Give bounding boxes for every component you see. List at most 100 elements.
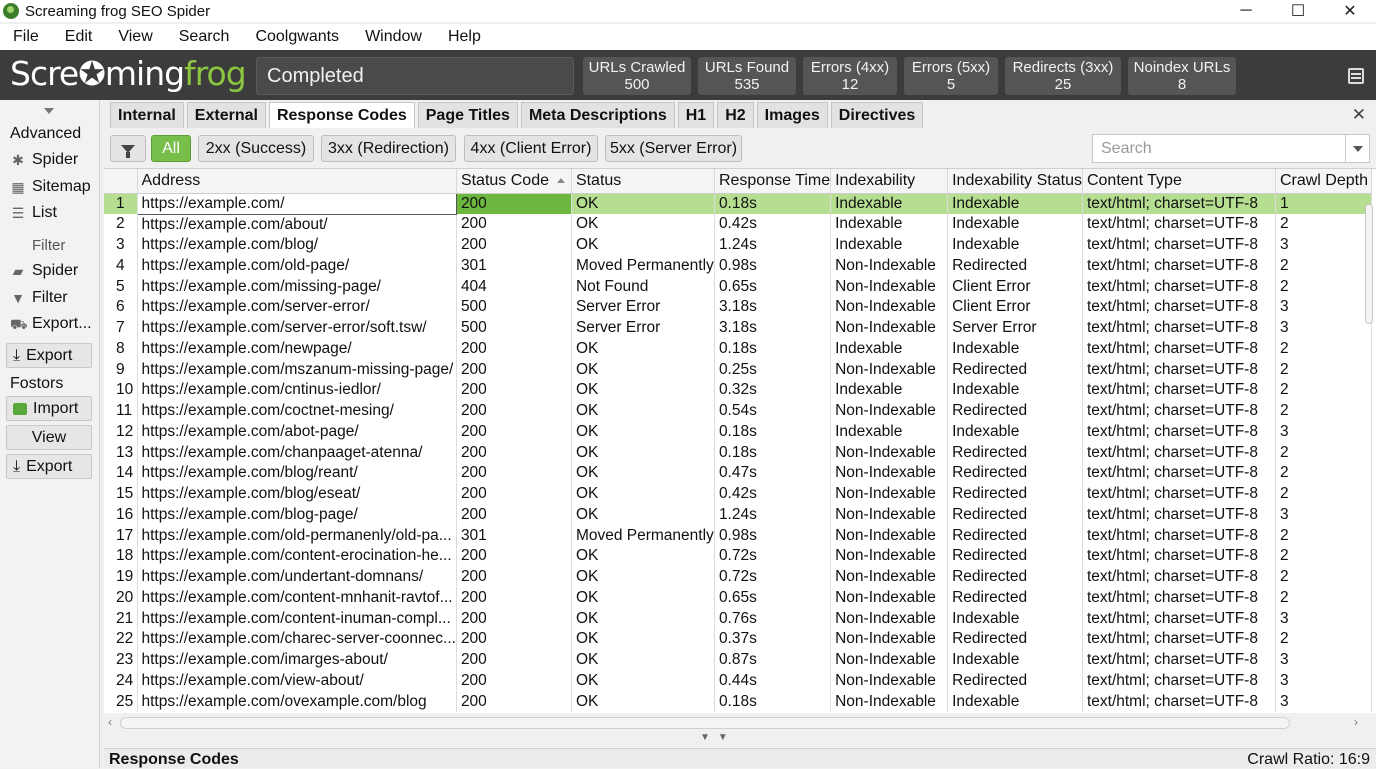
filter-5xx[interactable]: 5xx (Server Error) [605, 135, 742, 162]
close-window-button[interactable]: ✕ [1324, 0, 1376, 22]
menu-window[interactable]: Window [352, 28, 435, 46]
table-row[interactable]: 25 https://example.com/ovexample.com/blog… [104, 691, 1372, 712]
vertical-scroll-thumb[interactable] [1365, 204, 1373, 324]
tab-images[interactable]: Images [756, 102, 828, 128]
table-row[interactable]: 22 https://example.com/charec-server-coon… [104, 629, 1372, 650]
table-row[interactable]: 21 https://example.com/content-inuman-com… [104, 608, 1372, 629]
sidebar-item-list[interactable]: ☰ List [10, 204, 57, 222]
search-input[interactable]: Search [1092, 134, 1370, 163]
cell-row-number: 12 [104, 421, 138, 443]
menu-search[interactable]: Search [166, 28, 243, 46]
sidebar-export-button[interactable]: ⤓ Export [6, 343, 92, 368]
sidebar-item-sitemap[interactable]: ▦ Sitemap [10, 178, 90, 196]
table-row[interactable]: 15 https://example.com/blog/eseat/200 OK 0.… [104, 483, 1372, 505]
cell-status-code: 200 [456, 338, 572, 360]
sidebar-item-filter[interactable]: ▼ Filter [10, 289, 68, 307]
col-indexability-status[interactable]: Indexability Status [947, 169, 1083, 194]
horizontal-scrollbar[interactable]: ‹ › [104, 714, 1364, 732]
bottom-panel-title: Response Codes [109, 751, 239, 768]
table-row[interactable]: 20 https://example.com/content-mnhanit-ra… [104, 587, 1372, 609]
table-row[interactable]: 2 https://example.com/about/200 OK 0.42s Ind… [104, 214, 1372, 235]
sidebar-export-button-2[interactable]: ⤓ Export [6, 454, 92, 479]
col-indexability[interactable]: Indexability [830, 169, 949, 194]
tab-response-codes[interactable]: Response Codes [268, 102, 415, 128]
tab-meta-descriptions[interactable]: Meta Descriptions [520, 102, 675, 128]
sidebar-view-button[interactable]: View [6, 425, 92, 450]
table-row[interactable]: 10 https://example.com/cntinus-iedlor/200… [104, 380, 1372, 401]
header-menu-icon[interactable] [1348, 68, 1364, 84]
cell-address: https://example.com/chanpaaget-atenna/ [137, 442, 457, 463]
close-tab-icon[interactable]: ✕ [1352, 105, 1366, 125]
table-row[interactable]: 9 https://example.com/mszanum-missing-pag… [104, 359, 1372, 380]
tab-h2[interactable]: H2 [717, 102, 754, 128]
table-row[interactable]: 18 https://example.com/content-erocinatio… [104, 546, 1372, 567]
vertical-scrollbar[interactable] [1364, 199, 1374, 699]
cell-row-number: 3 [104, 234, 138, 256]
table-row[interactable]: 3 https://example.com/blog/200 OK 1.24s Inde… [104, 234, 1372, 256]
stat-errors-5xx: Errors (5xx) 5 [904, 57, 998, 95]
scroll-left-icon[interactable]: ‹ [108, 715, 112, 729]
menu-help[interactable]: Help [435, 28, 494, 46]
tab-internal[interactable]: Internal [110, 102, 184, 128]
cell-status-code: 200 [456, 691, 572, 712]
table-row[interactable]: 23 https://example.com/imarges-about/200 O… [104, 649, 1372, 671]
sidebar-collapse-icon[interactable] [44, 108, 54, 114]
sidebar-item-export-menu[interactable]: ⛟ Export... [10, 315, 92, 333]
col-response-time[interactable]: Response Time [714, 169, 832, 194]
search-dropdown-icon[interactable] [1345, 135, 1369, 162]
cell-crawl-depth: 2 [1275, 255, 1372, 277]
scroll-right-icon[interactable]: › [1354, 715, 1358, 729]
minimize-button[interactable]: ─ [1220, 0, 1272, 22]
table-row[interactable]: 13 https://example.com/chanpaaget-atenna/… [104, 442, 1372, 463]
table-row[interactable]: 17 https://example.com/old-permanenly/old… [104, 525, 1372, 546]
filter-4xx[interactable]: 4xx (Client Error) [464, 135, 598, 162]
cell-row-number: 18 [104, 546, 138, 567]
sidebar-item-spider-2[interactable]: ▰ Spider [10, 262, 79, 280]
download-icon: ⤓ [13, 457, 21, 475]
table-row[interactable]: 1 https://example.com/200 OK 0.18s Indexable… [104, 192, 1372, 215]
table-row[interactable]: 4 https://example.com/old-page/301 Moved P… [104, 255, 1372, 277]
tab-external[interactable]: External [186, 102, 266, 128]
table-row[interactable]: 7 https://example.com/server-error/soft.t… [104, 317, 1372, 339]
cell-indexability: Non-Indexable [830, 691, 949, 712]
col-status-code[interactable]: Status Code [456, 169, 572, 194]
sidebar-import-button[interactable]: Import [6, 396, 92, 421]
col-address[interactable]: Address [137, 169, 457, 194]
cell-indexability-status: Indexable [947, 214, 1083, 235]
sidebar-item-spider[interactable]: ✱ Spider [10, 151, 78, 169]
cell-indexability-status: Client Error [947, 297, 1083, 318]
cell-response-time: 0.72s [714, 546, 832, 567]
menu-edit[interactable]: Edit [52, 28, 106, 46]
tab-page-titles[interactable]: Page Titles [417, 102, 518, 128]
horizontal-scroll-thumb[interactable] [120, 717, 1290, 729]
col-content-type[interactable]: Content Type [1082, 169, 1276, 194]
filter-funnel-button[interactable] [110, 135, 146, 162]
panel-splitter-icon[interactable]: ▼▼ [700, 732, 736, 743]
table-row[interactable]: 12 https://example.com/abot-page/200 OK 0.1… [104, 421, 1372, 443]
cell-indexability: Indexable [830, 234, 949, 256]
filter-2xx[interactable]: 2xx (Success) [198, 135, 314, 162]
table-row[interactable]: 14 https://example.com/blog/reant/200 OK 0.… [104, 463, 1372, 484]
cell-crawl-depth: 2 [1275, 276, 1372, 297]
tab-h1[interactable]: H1 [677, 102, 715, 128]
table-row[interactable]: 5 https://example.com/missing-page/404 Not… [104, 276, 1372, 297]
cell-status-code: 500 [456, 297, 572, 318]
cell-content-type: text/html; charset=UTF-8 [1082, 214, 1276, 235]
filter-3xx[interactable]: 3xx (Redirection) [321, 135, 456, 162]
table-row[interactable]: 16 https://example.com/blog-page/200 OK 1.2… [104, 504, 1372, 526]
filter-all[interactable]: All [151, 135, 191, 162]
col-crawl-depth[interactable]: Crawl Depth [1275, 169, 1372, 194]
menu-view[interactable]: View [105, 28, 165, 46]
cell-status-code: 500 [456, 317, 572, 339]
col-status[interactable]: Status [571, 169, 715, 194]
menu-coolgwants[interactable]: Coolgwants [242, 28, 352, 46]
cell-response-time: 1.24s [714, 504, 832, 526]
menu-file[interactable]: File [0, 28, 52, 46]
maximize-button[interactable]: ☐ [1272, 0, 1324, 22]
table-row[interactable]: 11 https://example.com/coctnet-mesing/200… [104, 400, 1372, 422]
table-row[interactable]: 19 https://example.com/undertant-domnans/… [104, 566, 1372, 588]
table-row[interactable]: 6 https://example.com/server-error/500 Ser… [104, 297, 1372, 318]
tab-directives[interactable]: Directives [830, 102, 924, 128]
table-row[interactable]: 8 https://example.com/newpage/200 OK 0.18s I… [104, 338, 1372, 360]
table-row[interactable]: 24 https://example.com/view-about/200 OK 0.… [104, 670, 1372, 692]
